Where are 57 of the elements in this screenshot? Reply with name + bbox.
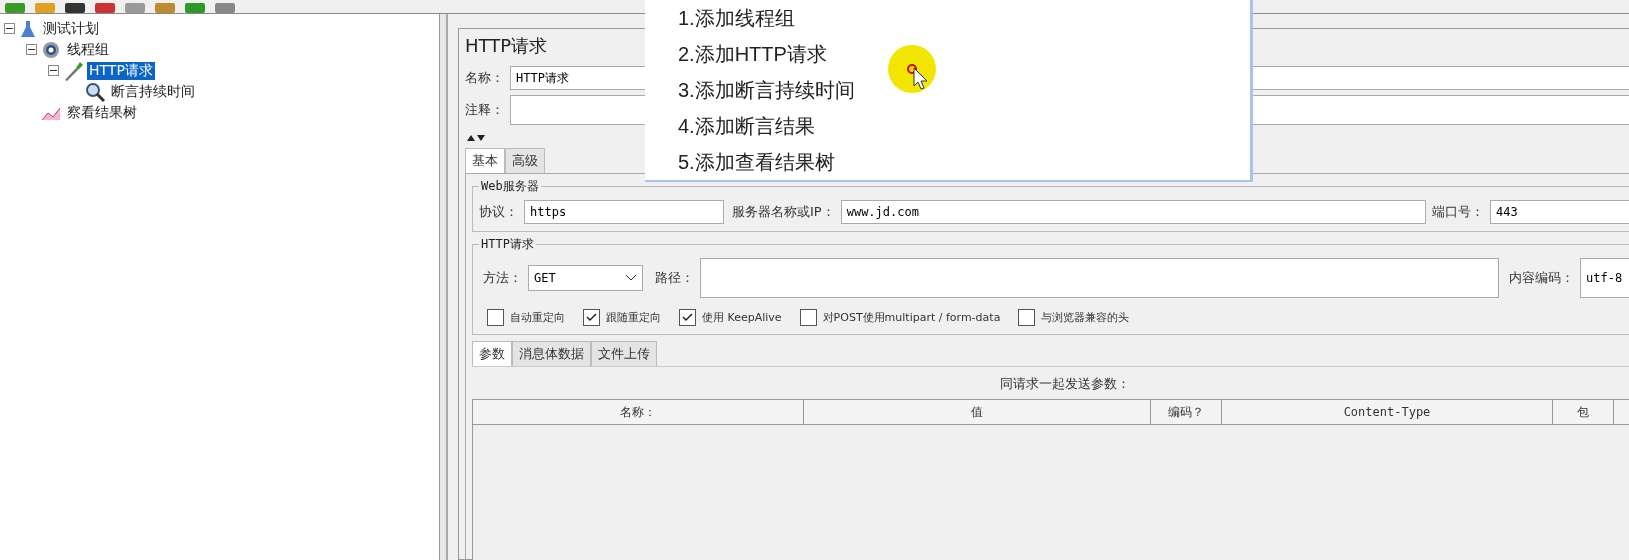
check-icon bbox=[682, 313, 693, 322]
collapse-toggle[interactable] bbox=[26, 44, 37, 55]
tab[interactable]: 文件上传 bbox=[591, 341, 657, 366]
chevron-down-icon bbox=[625, 274, 637, 282]
splitter[interactable] bbox=[440, 14, 448, 560]
tab[interactable]: 参数 bbox=[472, 341, 512, 366]
tree-item[interactable]: 察看结果树 bbox=[65, 103, 139, 122]
column-header[interactable]: 编码？ bbox=[1151, 400, 1222, 424]
field-label: 端口号： bbox=[1432, 203, 1484, 221]
tree-item[interactable]: 断言持续时间 bbox=[109, 82, 197, 101]
magnifier-icon bbox=[84, 80, 106, 103]
pipette-icon bbox=[62, 59, 84, 82]
field-label: 名称： bbox=[465, 69, 504, 87]
tab[interactable]: 消息体数据 bbox=[512, 341, 591, 366]
option-checkbox[interactable]: 使用 KeepAlive bbox=[679, 309, 782, 326]
method-dropdown[interactable]: GET bbox=[528, 265, 643, 291]
tree-item[interactable]: HTTP请求 bbox=[87, 61, 155, 80]
column-header[interactable]: 包 bbox=[1553, 400, 1614, 424]
group-legend: Web服务器 bbox=[479, 178, 541, 195]
option-checkbox[interactable]: 对POST使用multipart / form-data bbox=[799, 309, 1001, 326]
collapse-toggle[interactable] bbox=[4, 23, 15, 34]
params-caption: 同请求一起发送参数： bbox=[998, 375, 1131, 393]
tree-item[interactable]: 测试计划 bbox=[41, 19, 101, 38]
option-checkbox[interactable]: 跟随重定向 bbox=[583, 309, 661, 326]
flask-icon bbox=[18, 19, 38, 38]
field-label: 服务器名称或IP： bbox=[732, 203, 835, 221]
field-label: 方法： bbox=[483, 269, 522, 287]
instruction-step: 2.添加HTTP请求 bbox=[678, 40, 1250, 68]
toolbar-icon[interactable] bbox=[64, 3, 86, 13]
tab[interactable]: 基本 bbox=[465, 148, 505, 173]
instruction-step: 4.添加断言结果 bbox=[678, 112, 1250, 140]
gear-icon bbox=[40, 39, 62, 60]
column-header[interactable]: 名称： bbox=[473, 400, 804, 424]
instruction-step: 3.添加断言持续时间 bbox=[678, 76, 1250, 104]
group-legend: HTTP请求 bbox=[479, 236, 536, 253]
option-checkbox[interactable]: 与浏览器兼容的头 bbox=[1018, 309, 1130, 326]
server-field[interactable]: www.jd.com bbox=[840, 200, 1426, 224]
option-checkbox[interactable]: 自动重定向 bbox=[487, 309, 565, 326]
field-label: 协议： bbox=[479, 203, 518, 221]
cursor-highlight-icon bbox=[888, 44, 938, 96]
instruction-step: 1.添加线程组 bbox=[678, 4, 1250, 32]
field-label: 路径： bbox=[655, 269, 694, 287]
path-field[interactable] bbox=[700, 258, 1499, 298]
tab[interactable]: 高级 bbox=[505, 148, 545, 173]
column-header[interactable]: 值 bbox=[804, 400, 1151, 424]
splitter-arrows-icon[interactable] bbox=[465, 134, 487, 142]
instruction-step: 5.添加查看结果树 bbox=[678, 148, 1250, 176]
encoding-field[interactable]: utf-8 bbox=[1580, 258, 1629, 298]
protocol-field[interactable]: https bbox=[524, 200, 724, 224]
collapse-toggle[interactable] bbox=[48, 65, 59, 76]
column-header[interactable]: Content-Type bbox=[1222, 400, 1553, 424]
check-icon bbox=[586, 313, 597, 322]
panel-title: HTTP请求 bbox=[465, 34, 548, 58]
port-field[interactable]: 443 bbox=[1490, 200, 1629, 224]
tree-item[interactable]: 线程组 bbox=[65, 40, 111, 59]
field-label: 内容编码： bbox=[1509, 269, 1574, 287]
field-label: 注释： bbox=[465, 101, 504, 119]
